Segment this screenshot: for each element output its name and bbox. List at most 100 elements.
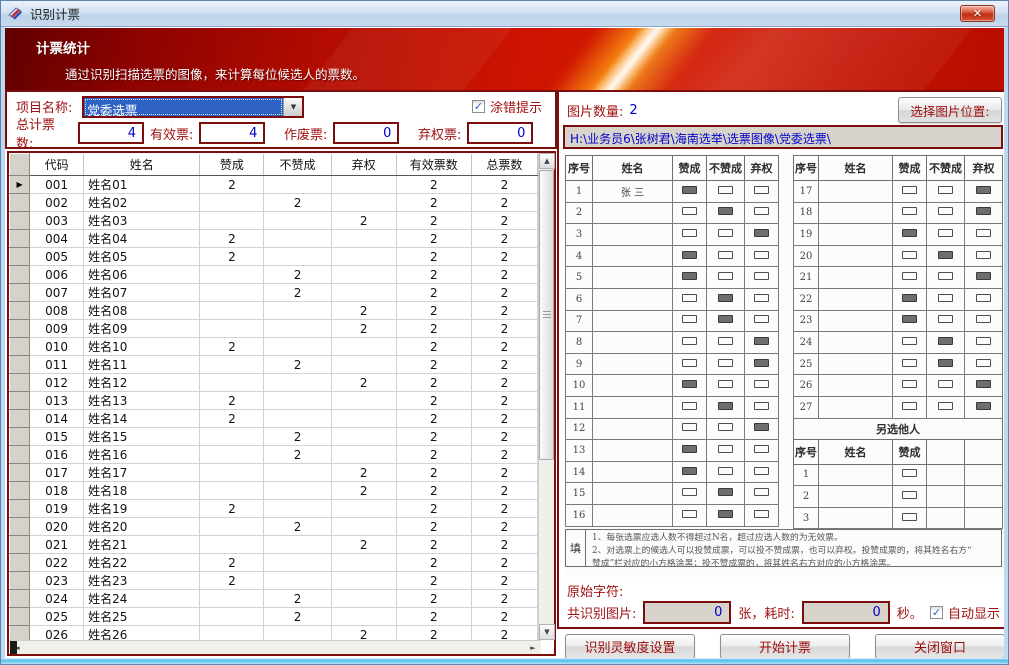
image-path-field[interactable]: H:\业务员6\张树君\海南选举\选票图像\党委选票\ [563, 125, 1003, 149]
ballot-vote-cell [965, 353, 1003, 375]
elapsed-time-field[interactable]: 0 [802, 601, 890, 624]
table-row[interactable]: 019姓名19222 [10, 500, 538, 518]
table-row[interactable]: 013姓名13222 [10, 392, 538, 410]
scroll-down-icon[interactable]: ▼ [539, 624, 555, 640]
table-row[interactable]: 012姓名12222 [10, 374, 538, 392]
table-row[interactable]: 016姓名16222 [10, 446, 538, 464]
table-row[interactable]: 007姓名07222 [10, 284, 538, 302]
row-selector[interactable] [10, 248, 30, 266]
cell-disapprove: 2 [264, 194, 331, 212]
counter-value-field[interactable]: 0 [467, 122, 533, 144]
table-row[interactable]: 005姓名05222 [10, 248, 538, 266]
cell-total: 2 [471, 230, 537, 248]
cell-abstain [331, 230, 396, 248]
ballot-vote-cell [927, 396, 965, 418]
table-row[interactable]: 017姓名17222 [10, 464, 538, 482]
table-row[interactable]: 014姓名14222 [10, 410, 538, 428]
checkbox-empty-icon [754, 380, 769, 388]
row-selector[interactable] [10, 446, 30, 464]
ballot-vote-cell [707, 245, 745, 267]
cell-abstain: 2 [331, 464, 396, 482]
row-selector[interactable] [10, 212, 30, 230]
cell-disapprove [264, 338, 331, 356]
ballot-vote-cell [965, 224, 1003, 246]
table-row[interactable]: 003姓名03222 [10, 212, 538, 230]
row-selector[interactable] [10, 230, 30, 248]
close-window-button[interactable]: 关闭窗口 [875, 634, 1005, 659]
row-selector[interactable] [10, 554, 30, 572]
row-selector[interactable] [10, 518, 30, 536]
table-row[interactable]: 008姓名08222 [10, 302, 538, 320]
table-row[interactable]: 022姓名22222 [10, 554, 538, 572]
table-row[interactable]: 011姓名11222 [10, 356, 538, 374]
row-selector[interactable] [10, 392, 30, 410]
cell-total: 2 [471, 536, 537, 554]
table-row[interactable]: 002姓名02222 [10, 194, 538, 212]
checkbox-filled-icon [976, 402, 991, 410]
ballot-row: 15 [566, 483, 779, 505]
table-row[interactable]: 021姓名21222 [10, 536, 538, 554]
row-selector[interactable] [10, 374, 30, 392]
table-row[interactable]: 010姓名10222 [10, 338, 538, 356]
ballot-row: 19 [794, 224, 1003, 246]
auto-display-checkbox[interactable]: ✓ [930, 606, 943, 619]
cell-total: 2 [471, 482, 537, 500]
table-row[interactable]: 018姓名18222 [10, 482, 538, 500]
counter-value-field[interactable]: 0 [333, 122, 399, 144]
scroll-up-icon[interactable]: ▲ [539, 153, 555, 169]
cell-valid: 2 [396, 572, 471, 590]
table-row[interactable]: 023姓名23222 [10, 572, 538, 590]
row-selector[interactable] [10, 500, 30, 518]
row-selector[interactable] [10, 410, 30, 428]
ballot-vote-cell [673, 483, 707, 505]
scroll-right-icon[interactable]: ► [525, 641, 541, 654]
cell-approve [200, 428, 264, 446]
row-selector[interactable] [10, 302, 30, 320]
counter-value-field[interactable]: 4 [78, 122, 144, 144]
checkbox-empty-icon [718, 186, 733, 194]
row-selector[interactable] [10, 338, 30, 356]
ballot-vote-cell [707, 332, 745, 354]
row-selector[interactable] [10, 536, 30, 554]
ballot-vote-cell [707, 310, 745, 332]
row-selector[interactable] [10, 320, 30, 338]
ballot-column-header: 赞成 [893, 156, 927, 181]
recognized-count-field[interactable]: 0 [643, 601, 731, 624]
start-counting-button[interactable]: 开始计票 [720, 634, 850, 659]
vertical-scrollbar[interactable]: ▲ ▼ [538, 153, 554, 640]
cell-abstain [331, 410, 396, 428]
counter-value-field[interactable]: 4 [199, 122, 265, 144]
row-selector[interactable] [10, 266, 30, 284]
row-selector[interactable] [10, 194, 30, 212]
ballot-vote-cell [707, 267, 745, 289]
table-row[interactable]: 020姓名20222 [10, 518, 538, 536]
row-selector[interactable] [10, 572, 30, 590]
table-row[interactable]: 015姓名15222 [10, 428, 538, 446]
checkbox-empty-icon [718, 337, 733, 345]
ballot-column-header: 序号 [794, 439, 819, 464]
vertical-scrollbar-thumb[interactable] [539, 170, 554, 460]
choose-image-location-button[interactable]: 选择图片位置: [898, 97, 1002, 123]
row-selector[interactable] [10, 608, 30, 626]
smudge-alert-checkbox[interactable]: ✓ [472, 100, 485, 113]
table-row[interactable]: 004姓名04222 [10, 230, 538, 248]
combobox-dropdown-button[interactable]: ▼ [283, 98, 302, 116]
table-row[interactable]: 024姓名24222 [10, 590, 538, 608]
table-row[interactable]: 025姓名25222 [10, 608, 538, 626]
row-selector[interactable]: ▶ [10, 176, 30, 194]
page-subtitle: 通过识别扫描选票的图像，来计算每位候选人的票数。 [65, 64, 365, 83]
row-selector[interactable] [10, 428, 30, 446]
table-row[interactable]: 006姓名06222 [10, 266, 538, 284]
ballot-vote-cell [673, 504, 707, 526]
row-selector[interactable] [10, 356, 30, 374]
row-selector[interactable] [10, 284, 30, 302]
horizontal-scrollbar-thumb[interactable] [10, 641, 17, 654]
row-selector[interactable] [10, 482, 30, 500]
row-selector[interactable] [10, 464, 30, 482]
table-row[interactable]: ▶001姓名01222 [10, 176, 538, 194]
table-row[interactable]: 009姓名09222 [10, 320, 538, 338]
sensitivity-settings-button[interactable]: 识别灵敏度设置 [565, 634, 695, 659]
row-selector[interactable] [10, 590, 30, 608]
horizontal-scrollbar[interactable]: ◄ ► [9, 640, 541, 654]
close-button[interactable]: ✕ [960, 5, 995, 22]
